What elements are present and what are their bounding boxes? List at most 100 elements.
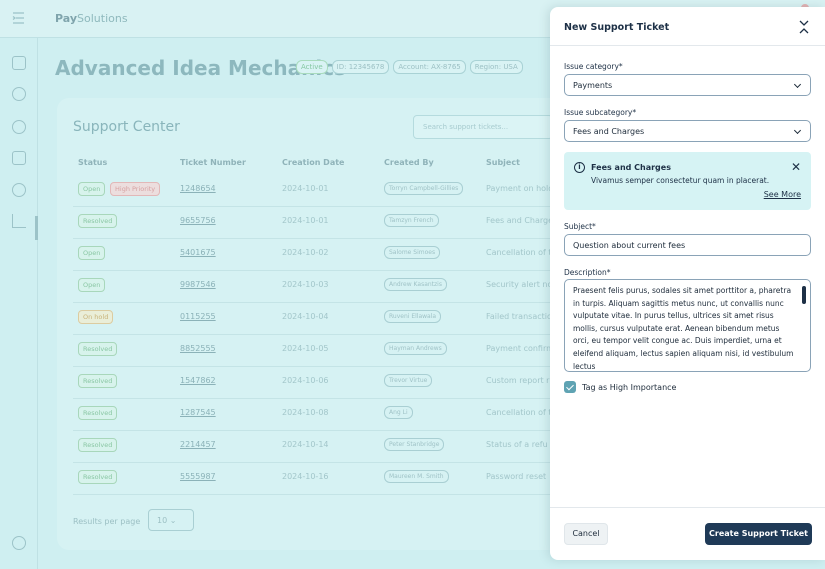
create-ticket-button[interactable]: Create Support Ticket: [705, 523, 812, 545]
created-by-tag: Salome Simoes: [384, 246, 441, 259]
settings-icon[interactable]: [12, 536, 26, 550]
column-header: Ticket Number: [180, 158, 246, 167]
drawer-title: New Support Ticket: [564, 22, 670, 33]
table-row[interactable]: Resolved 9655756 2024-10-01 Tamzyn French Fe…: [73, 209, 557, 235]
subject-text: Security alert no: [486, 280, 553, 289]
ticket-number-link[interactable]: 9655756: [180, 216, 216, 225]
collapse-icon[interactable]: [798, 19, 810, 35]
created-by-tag: Tamzyn French: [384, 214, 439, 227]
cancel-button[interactable]: Cancel: [564, 523, 608, 545]
high-importance-checkbox[interactable]: [564, 381, 576, 393]
row-divider: [73, 398, 553, 399]
category-select[interactable]: Payments: [564, 74, 811, 96]
chevron-down-icon: [793, 126, 802, 135]
see-more-link[interactable]: See More: [764, 190, 801, 199]
scrollbar[interactable]: [802, 286, 806, 304]
row-divider: [73, 302, 553, 303]
menu-icon[interactable]: [12, 12, 25, 24]
ticket-number-link[interactable]: 8852555: [180, 344, 216, 353]
table-row[interactable]: Resolved 1287545 2024-10-08 Ang Li Cancellat…: [73, 401, 553, 427]
row-divider: [73, 366, 553, 367]
left-nav: [0, 38, 38, 569]
ticket-number-link[interactable]: 5555987: [180, 472, 216, 481]
support-icon[interactable]: [12, 183, 26, 197]
table-row[interactable]: Resolved 5555987 2024-10-16 Maureen M. Smit…: [73, 465, 553, 491]
search-input[interactable]: Search support tickets...: [413, 115, 553, 139]
subcategory-select[interactable]: Fees and Charges: [564, 120, 811, 142]
subject-text: Cancellation of t: [486, 248, 552, 257]
chart-icon[interactable]: [12, 214, 26, 228]
close-icon[interactable]: ✕: [791, 160, 801, 174]
ticket-number-link[interactable]: 1287545: [180, 408, 216, 417]
region-badge: Region: USA: [469, 60, 523, 74]
created-by-tag: Torryn Campbell-Gillies: [384, 182, 464, 195]
column-header: Creation Date: [282, 158, 345, 167]
status-badge: Resolved: [78, 214, 118, 228]
dashboard-icon[interactable]: [12, 56, 26, 70]
id-badge: ID: 12345678: [331, 60, 390, 74]
table-row[interactable]: Resolved 2214457 2024-10-14 Peter Stanbridg…: [73, 433, 553, 459]
account-badge: Account: AX-8765: [393, 60, 466, 74]
ticket-number-link[interactable]: 1248654: [180, 184, 216, 193]
dollar-icon[interactable]: [12, 120, 26, 134]
ticket-number-link[interactable]: 1547862: [180, 376, 216, 385]
table-row[interactable]: Resolved 8852555 2024-10-05 Hayman Andrews P…: [73, 337, 554, 363]
status-badge: Open: [78, 246, 106, 260]
support-center-title: Support Center: [73, 119, 180, 135]
brand-logo[interactable]: PaySolutions: [55, 12, 128, 25]
subject-text: Cancellation of t: [486, 408, 552, 417]
status-badge: Resolved: [78, 342, 118, 356]
drawer-footer-divider: [550, 507, 825, 508]
status-badge: Open: [78, 278, 106, 292]
status-badge: On hold: [78, 310, 114, 324]
results-per-page-select[interactable]: 10 ⌄: [148, 509, 194, 531]
created-by-tag: Ruveni Ellawala: [384, 310, 442, 323]
subject-text: Payment confirm: [486, 344, 554, 353]
table-row[interactable]: On hold 0115255 2024-10-04 Ruveni Ellawala F…: [73, 305, 553, 331]
table-row[interactable]: Open 9987546 2024-10-03 Andrew Kasantzis Sec…: [73, 273, 553, 299]
status-badge: Resolved: [78, 406, 118, 420]
creation-date: 2024-10-02: [282, 248, 329, 257]
status-badge: Active: [296, 60, 328, 74]
card-icon[interactable]: [12, 151, 26, 165]
subject-text: Status of a refu: [486, 440, 548, 449]
table-row[interactable]: Resolved 1547862 2024-10-06 Trevor Virtue Cu…: [73, 369, 553, 395]
column-header: Status: [78, 158, 108, 167]
description-label: Description*: [564, 268, 611, 277]
category-label: Issue category*: [564, 62, 623, 71]
info-icon: i: [574, 162, 585, 173]
nav-active-indicator: [35, 216, 38, 240]
ticket-number-link[interactable]: 0115255: [180, 312, 216, 321]
status-badge: Open: [78, 182, 106, 196]
creation-date: 2024-10-14: [282, 440, 329, 449]
status-badge: Resolved: [78, 374, 118, 388]
status-badge: Resolved: [78, 438, 118, 452]
row-divider: [73, 334, 553, 335]
row-divider: [73, 430, 553, 431]
drawer-header: New Support Ticket: [550, 7, 825, 46]
chevron-down-icon: [793, 80, 802, 89]
created-by-tag: Peter Stanbridge: [384, 438, 445, 451]
subject-field[interactable]: Question about current fees: [564, 234, 811, 256]
info-title: Fees and Charges: [591, 163, 671, 172]
ticket-number-link[interactable]: 9987546: [180, 280, 216, 289]
subject-text: Custom report r: [486, 376, 550, 385]
creation-date: 2024-10-06: [282, 376, 329, 385]
creation-date: 2024-10-03: [282, 280, 329, 289]
created-by-tag: Maureen M. Smith: [384, 470, 449, 483]
creation-date: 2024-10-04: [282, 312, 329, 321]
table-row[interactable]: Open 5401675 2024-10-02 Salome Simoes Cancel…: [73, 241, 553, 267]
table-row[interactable]: Open High Priority 1248654 2024-10-01 Torryn…: [73, 177, 553, 203]
description-field[interactable]: Praesent felis purus, sodales sit amet p…: [564, 279, 811, 372]
ticket-number-link[interactable]: 5401675: [180, 248, 216, 257]
user-icon[interactable]: [12, 87, 26, 101]
created-by-tag: Hayman Andrews: [384, 342, 447, 355]
column-header: Created By: [384, 158, 434, 167]
row-divider: [73, 206, 553, 207]
subject-label: Subject*: [564, 222, 596, 231]
subject-text: Payment on hold: [486, 184, 554, 193]
subject-text: Password reset: [486, 472, 547, 481]
ticket-number-link[interactable]: 2214457: [180, 440, 216, 449]
subject-text: Fees and Charges: [486, 216, 558, 225]
row-divider: [73, 270, 553, 271]
